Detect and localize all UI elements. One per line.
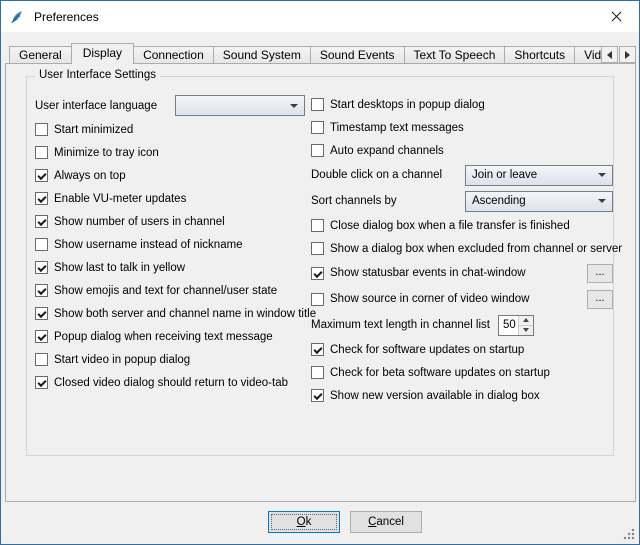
double-click-value: Join or leave: [472, 169, 592, 181]
close-button[interactable]: [593, 1, 639, 32]
checkbox-icon: [311, 293, 324, 306]
checkbox-icon: [311, 343, 324, 356]
tab-text-to-speech[interactable]: Text To Speech: [404, 46, 506, 63]
checkbox-icon: [35, 215, 48, 228]
tab-general[interactable]: General: [9, 46, 72, 63]
tab-scroller: [600, 46, 636, 63]
checkbox-icon: [35, 284, 48, 297]
checkbox-start-desktops-popup[interactable]: Start desktops in popup dialog: [311, 93, 613, 116]
sort-channels-row: Sort channels by Ascending: [311, 188, 613, 214]
statusbar-events-more-button[interactable]: ...: [587, 264, 613, 283]
triangle-down-icon: [523, 328, 529, 332]
tab-bar: General Display Connection Sound System …: [9, 43, 605, 64]
group-title: User Interface Settings: [35, 69, 160, 81]
checkbox-icon: [35, 261, 48, 274]
window-title: Preferences: [34, 10, 99, 24]
double-click-row: Double click on a channel Join or leave: [311, 162, 613, 188]
titlebar[interactable]: Preferences: [1, 1, 639, 32]
tab-sound-events[interactable]: Sound Events: [310, 46, 405, 63]
chevron-down-icon: [598, 173, 606, 177]
close-icon: [611, 11, 622, 22]
ok-button[interactable]: Ok: [268, 511, 340, 533]
ui-settings-group: User Interface Settings User interface l…: [26, 76, 614, 456]
checkbox-show-emojis[interactable]: Show emojis and text for channel/user st…: [35, 279, 305, 302]
statusbar-events-row: Show statusbar events in chat-window ...: [311, 260, 613, 286]
spin-up-button[interactable]: [519, 316, 533, 325]
checkbox-icon: [35, 169, 48, 182]
language-label: User interface language: [35, 100, 157, 112]
tab-sound-system[interactable]: Sound System: [213, 46, 311, 63]
checkbox-last-to-talk-yellow[interactable]: Show last to talk in yellow: [35, 256, 305, 279]
checkbox-always-on-top[interactable]: Always on top: [35, 164, 305, 187]
checkbox-show-excluded-dialog[interactable]: Show a dialog box when excluded from cha…: [311, 237, 613, 260]
tab-scroll-left-button[interactable]: [601, 46, 618, 63]
tab-shortcuts[interactable]: Shortcuts: [504, 46, 575, 63]
checkbox-icon: [311, 144, 324, 157]
triangle-up-icon: [523, 318, 529, 322]
language-dropdown[interactable]: [175, 95, 305, 116]
checkbox-icon: [35, 307, 48, 320]
left-column: User interface language Start minimized …: [35, 93, 305, 394]
arrow-left-icon: [607, 51, 612, 59]
checkbox-icon: [311, 366, 324, 379]
checkbox-closed-video-return[interactable]: Closed video dialog should return to vid…: [35, 371, 305, 394]
checkbox-check-updates[interactable]: Check for software updates on startup: [311, 338, 613, 361]
checkbox-icon: [311, 219, 324, 232]
checkbox-check-beta-updates[interactable]: Check for beta software updates on start…: [311, 361, 613, 384]
arrow-right-icon: [625, 51, 630, 59]
checkbox-icon: [311, 267, 324, 280]
checkbox-show-user-count[interactable]: Show number of users in channel: [35, 210, 305, 233]
max-text-length-row: Maximum text length in channel list 50: [311, 312, 613, 338]
video-source-row: Show source in corner of video window ..…: [311, 286, 613, 312]
checkbox-auto-expand-channels[interactable]: Auto expand channels: [311, 139, 613, 162]
checkbox-timestamp-messages[interactable]: Timestamp text messages: [311, 116, 613, 139]
double-click-label: Double click on a channel: [311, 169, 442, 181]
checkbox-icon: [311, 121, 324, 134]
checkbox-popup-text-message[interactable]: Popup dialog when receiving text message: [35, 325, 305, 348]
resize-grip[interactable]: [622, 527, 636, 541]
chevron-down-icon: [598, 199, 606, 203]
preferences-dialog: Preferences General Display Connection S…: [0, 0, 640, 545]
spinner-buttons: [518, 316, 533, 335]
max-text-length-label: Maximum text length in channel list: [311, 319, 490, 331]
tab-content-pane: User Interface Settings User interface l…: [5, 63, 636, 502]
chevron-down-icon: [290, 104, 298, 108]
checkbox-video-source-corner[interactable]: Show source in corner of video window: [311, 288, 529, 311]
spin-down-button[interactable]: [519, 325, 533, 335]
checkbox-start-video-popup[interactable]: Start video in popup dialog: [35, 348, 305, 371]
app-icon: [9, 8, 27, 26]
video-source-more-button[interactable]: ...: [587, 290, 613, 309]
sort-channels-label: Sort channels by: [311, 195, 397, 207]
checkbox-statusbar-events[interactable]: Show statusbar events in chat-window: [311, 262, 526, 285]
double-click-dropdown[interactable]: Join or leave: [465, 165, 613, 186]
checkbox-icon: [35, 238, 48, 251]
language-row: User interface language: [35, 93, 305, 118]
sort-channels-value: Ascending: [472, 195, 592, 207]
checkbox-icon: [35, 123, 48, 136]
checkbox-icon: [311, 98, 324, 111]
checkbox-server-channel-title[interactable]: Show both server and channel name in win…: [35, 302, 305, 325]
checkbox-start-minimized[interactable]: Start minimized: [35, 118, 305, 141]
checkbox-show-new-version[interactable]: Show new version available in dialog box: [311, 384, 613, 407]
checkbox-icon: [35, 192, 48, 205]
checkbox-icon: [35, 376, 48, 389]
spinner-value[interactable]: 50: [499, 316, 518, 335]
max-text-length-spinner[interactable]: 50: [498, 315, 534, 336]
checkbox-vu-meter-updates[interactable]: Enable VU-meter updates: [35, 187, 305, 210]
checkbox-minimize-to-tray[interactable]: Minimize to tray icon: [35, 141, 305, 164]
checkbox-icon: [35, 146, 48, 159]
checkbox-show-username[interactable]: Show username instead of nickname: [35, 233, 305, 256]
checkbox-icon: [311, 242, 324, 255]
tab-connection[interactable]: Connection: [133, 46, 214, 63]
checkbox-icon: [311, 389, 324, 402]
checkbox-icon: [35, 330, 48, 343]
sort-channels-dropdown[interactable]: Ascending: [465, 191, 613, 212]
checkbox-close-file-transfer-dialog[interactable]: Close dialog box when a file transfer is…: [311, 214, 613, 237]
right-column: Start desktops in popup dialog Timestamp…: [311, 93, 613, 407]
cancel-button[interactable]: Cancel: [350, 511, 422, 533]
tab-scroll-right-button[interactable]: [619, 46, 636, 63]
tab-display[interactable]: Display: [71, 43, 134, 64]
checkbox-icon: [35, 353, 48, 366]
